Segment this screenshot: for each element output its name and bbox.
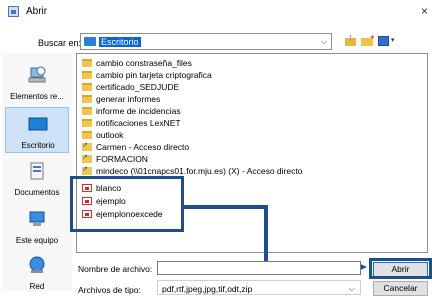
shortcut-icon (82, 140, 92, 151)
close-icon[interactable]: × (421, 4, 428, 18)
place-label: Este equipo (15, 236, 59, 245)
place-label: Red (29, 282, 45, 291)
place-network[interactable]: Red (5, 249, 69, 295)
recent-items-icon (28, 66, 46, 83)
filetype-label: Archivos de tipo: (78, 285, 141, 295)
title-bar: Abrir × (0, 0, 432, 24)
filename-input[interactable] (157, 261, 361, 275)
place-documents[interactable]: Documentos (5, 155, 69, 201)
highlight-box-pdf-files (70, 176, 184, 232)
view-menu-icon[interactable]: ▾ (377, 33, 397, 49)
folder-icon (82, 119, 92, 127)
chevron-down-icon[interactable]: ⌵ (321, 37, 327, 47)
lookin-label: Buscar en: (38, 38, 82, 48)
place-recent[interactable]: Elementos re... (5, 59, 69, 105)
highlight-box-open-button (369, 258, 432, 279)
place-desktop[interactable]: Escritorio (5, 107, 69, 153)
desktop-folder-icon (84, 37, 96, 46)
lookin-value: Escritorio (99, 37, 141, 47)
highlight-connector-vertical (264, 205, 268, 268)
sparkle-icon: ✦ (369, 33, 376, 42)
place-label: Elementos re... (10, 92, 64, 101)
chevron-down-icon: ▾ (391, 37, 395, 44)
highlight-connector-horizontal (184, 205, 266, 209)
desktop-icon (28, 117, 48, 131)
folder-icon (82, 71, 92, 79)
place-label: Escritorio (21, 141, 55, 150)
place-computer[interactable]: Este equipo (5, 203, 69, 249)
window-title: Abrir (26, 6, 48, 17)
shortcut-icon (82, 164, 92, 175)
computer-icon (29, 211, 45, 226)
up-folder-icon[interactable]: ↑ (343, 32, 359, 49)
place-label: Documentos (14, 188, 60, 197)
lookin-combo[interactable]: Escritorio ⌵ (80, 33, 332, 50)
chevron-down-icon[interactable]: ⌵ (349, 284, 355, 294)
arrow-up-icon: ↑ (348, 32, 353, 42)
filetype-select[interactable]: pdf,rtf,jpeg,jpg,tif,odt,zip ⌵ (157, 280, 361, 295)
places-bar: Elementos re... Escritorio Documentos Es… (2, 53, 72, 291)
folder-icon (82, 83, 92, 91)
folder-icon (82, 95, 92, 103)
shortcut-icon (82, 152, 92, 163)
view-grid-icon (378, 36, 389, 46)
java-app-icon (8, 6, 19, 17)
network-icon (29, 256, 45, 273)
documents-icon (30, 162, 44, 180)
filetype-value: pdf,rtf,jpeg,jpg,tif,odt,zip (162, 284, 253, 294)
cancel-button[interactable]: Cancelar (373, 281, 428, 296)
folder-icon (82, 131, 92, 139)
filename-label: Nombre de archivo: (78, 264, 153, 274)
folder-icon (82, 107, 92, 115)
new-folder-icon[interactable]: ✦ (360, 33, 376, 49)
folder-icon (82, 59, 92, 67)
